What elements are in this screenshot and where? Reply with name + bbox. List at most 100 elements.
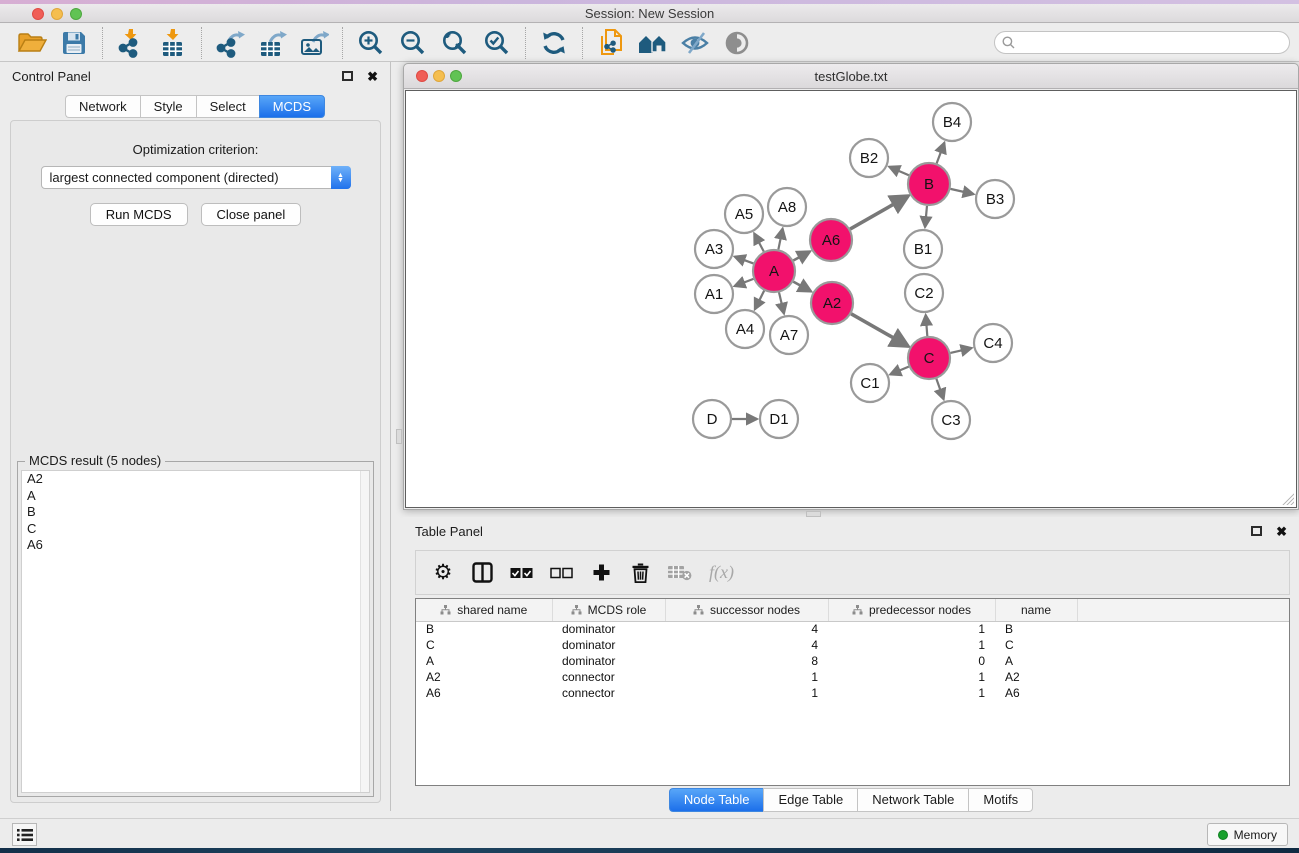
clone-network-button[interactable] (594, 27, 628, 59)
node-A[interactable]: A (753, 250, 795, 292)
edge-A-A8[interactable] (778, 229, 782, 250)
network-maximize-button[interactable] (450, 70, 462, 82)
search-input[interactable] (1020, 36, 1289, 50)
memory-button[interactable]: Memory (1207, 823, 1288, 846)
node-A5[interactable]: A5 (725, 195, 763, 233)
birdseye-view-button[interactable] (636, 27, 670, 59)
node-A2[interactable]: A2 (811, 282, 853, 324)
run-mcds-button[interactable]: Run MCDS (90, 203, 188, 226)
maximize-window-button[interactable] (70, 8, 82, 20)
cell-MCDS-role[interactable]: dominator (552, 653, 665, 669)
cell-name[interactable]: B (995, 621, 1077, 637)
tab-select[interactable]: Select (196, 95, 259, 118)
node-D1[interactable]: D1 (760, 400, 798, 438)
node-B3[interactable]: B3 (976, 180, 1014, 218)
cell-MCDS-role[interactable]: connector (552, 669, 665, 685)
column-layout-button[interactable] (471, 561, 493, 585)
export-table-button[interactable] (255, 27, 289, 59)
cell-MCDS-role[interactable]: dominator (552, 621, 665, 637)
column-header-shared-name[interactable]: shared name (416, 599, 552, 621)
edge-A-A2[interactable] (793, 282, 811, 292)
edge-C-C2[interactable] (926, 315, 928, 336)
table-row[interactable]: A6connector11A6 (416, 685, 1289, 701)
node-A3[interactable]: A3 (695, 230, 733, 268)
result-list-item[interactable]: A6 (22, 537, 369, 554)
export-image-button[interactable] (297, 27, 331, 59)
table-row[interactable]: Cdominator41C (416, 637, 1289, 653)
select-all-checkboxes-button[interactable] (510, 561, 533, 585)
cell-successor-nodes[interactable]: 4 (665, 637, 828, 653)
edge-C-C4[interactable] (950, 348, 971, 353)
criterion-dropdown[interactable]: largest connected component (directed) ▲… (41, 166, 351, 189)
edge-A-A7[interactable] (779, 292, 784, 313)
cell-name[interactable]: A6 (995, 685, 1077, 701)
column-header-name[interactable]: name (995, 599, 1077, 621)
delete-table-button[interactable] (668, 561, 692, 585)
import-network-button[interactable] (114, 27, 148, 59)
tab-mcds[interactable]: MCDS (259, 95, 325, 118)
show-graphics-details-button[interactable] (720, 27, 754, 59)
mcds-result-list[interactable]: A2ABCA6 (21, 470, 370, 793)
cell-successor-nodes[interactable]: 8 (665, 653, 828, 669)
close-table-panel-icon[interactable]: ✖ (1276, 525, 1287, 538)
cell-shared-name[interactable]: A6 (416, 685, 552, 701)
table-row[interactable]: Bdominator41B (416, 621, 1289, 637)
edge-B-B2[interactable] (889, 167, 909, 176)
cell-predecessor-nodes[interactable]: 1 (828, 637, 995, 653)
splitter-handle-vertical[interactable] (396, 429, 402, 444)
close-panel-button[interactable]: Close panel (201, 203, 302, 226)
column-header-successor-nodes[interactable]: successor nodes (665, 599, 828, 621)
cell-MCDS-role[interactable]: dominator (552, 637, 665, 653)
cell-predecessor-nodes[interactable]: 1 (828, 621, 995, 637)
edge-C-C1[interactable] (890, 367, 908, 375)
minimize-window-button[interactable] (51, 8, 63, 20)
result-list-item[interactable]: A2 (22, 471, 369, 488)
float-panel-icon[interactable] (342, 71, 353, 81)
result-list-scrollbar[interactable] (360, 471, 369, 792)
export-network-button[interactable] (213, 27, 247, 59)
tab-node-table[interactable]: Node Table (669, 788, 764, 812)
deselect-all-checkboxes-button[interactable] (550, 561, 573, 585)
node-A1[interactable]: A1 (695, 275, 733, 313)
cell-MCDS-role[interactable]: connector (552, 685, 665, 701)
edge-C-C3[interactable] (936, 379, 943, 400)
edge-A-A1[interactable] (735, 279, 754, 286)
network-minimize-button[interactable] (433, 70, 445, 82)
task-history-button[interactable] (12, 823, 37, 846)
node-A7[interactable]: A7 (770, 316, 808, 354)
cell-shared-name[interactable]: B (416, 621, 552, 637)
zoom-selected-button[interactable] (480, 27, 514, 59)
cell-predecessor-nodes[interactable]: 1 (828, 685, 995, 701)
node-C3[interactable]: C3 (932, 401, 970, 439)
search-box[interactable] (994, 31, 1290, 54)
network-graph[interactable]: AA1A2A3A4A5A6A7A8BB1B2B3B4CC1C2C3C4DD1 (406, 91, 1298, 510)
edge-A-A5[interactable] (754, 233, 764, 251)
tab-style[interactable]: Style (140, 95, 196, 118)
tab-edge-table[interactable]: Edge Table (763, 788, 857, 812)
network-window-titlebar[interactable]: testGlobe.txt (404, 64, 1298, 89)
function-builder-button[interactable]: f(x) (709, 561, 734, 585)
edge-A2-C[interactable] (851, 314, 908, 346)
node-D[interactable]: D (693, 400, 731, 438)
add-column-button[interactable] (590, 561, 612, 585)
node-B2[interactable]: B2 (850, 139, 888, 177)
cell-name[interactable]: A (995, 653, 1077, 669)
settings-button[interactable]: ⚙ (432, 561, 454, 585)
table-row[interactable]: A2connector11A2 (416, 669, 1289, 685)
cell-shared-name[interactable]: A2 (416, 669, 552, 685)
cell-shared-name[interactable]: A (416, 653, 552, 669)
hide-graphics-details-button[interactable] (678, 27, 712, 59)
edge-B-B4[interactable] (937, 143, 945, 164)
cell-shared-name[interactable]: C (416, 637, 552, 653)
cell-name[interactable]: A2 (995, 669, 1077, 685)
cell-predecessor-nodes[interactable]: 1 (828, 669, 995, 685)
edge-A-A3[interactable] (735, 257, 754, 264)
cell-successor-nodes[interactable]: 1 (665, 669, 828, 685)
save-session-button[interactable] (57, 27, 91, 59)
result-list-item[interactable]: B (22, 504, 369, 521)
node-C[interactable]: C (908, 337, 950, 379)
cell-predecessor-nodes[interactable]: 0 (828, 653, 995, 669)
node-A4[interactable]: A4 (726, 310, 764, 348)
node-B4[interactable]: B4 (933, 103, 971, 141)
edge-A6-B[interactable] (850, 196, 908, 229)
